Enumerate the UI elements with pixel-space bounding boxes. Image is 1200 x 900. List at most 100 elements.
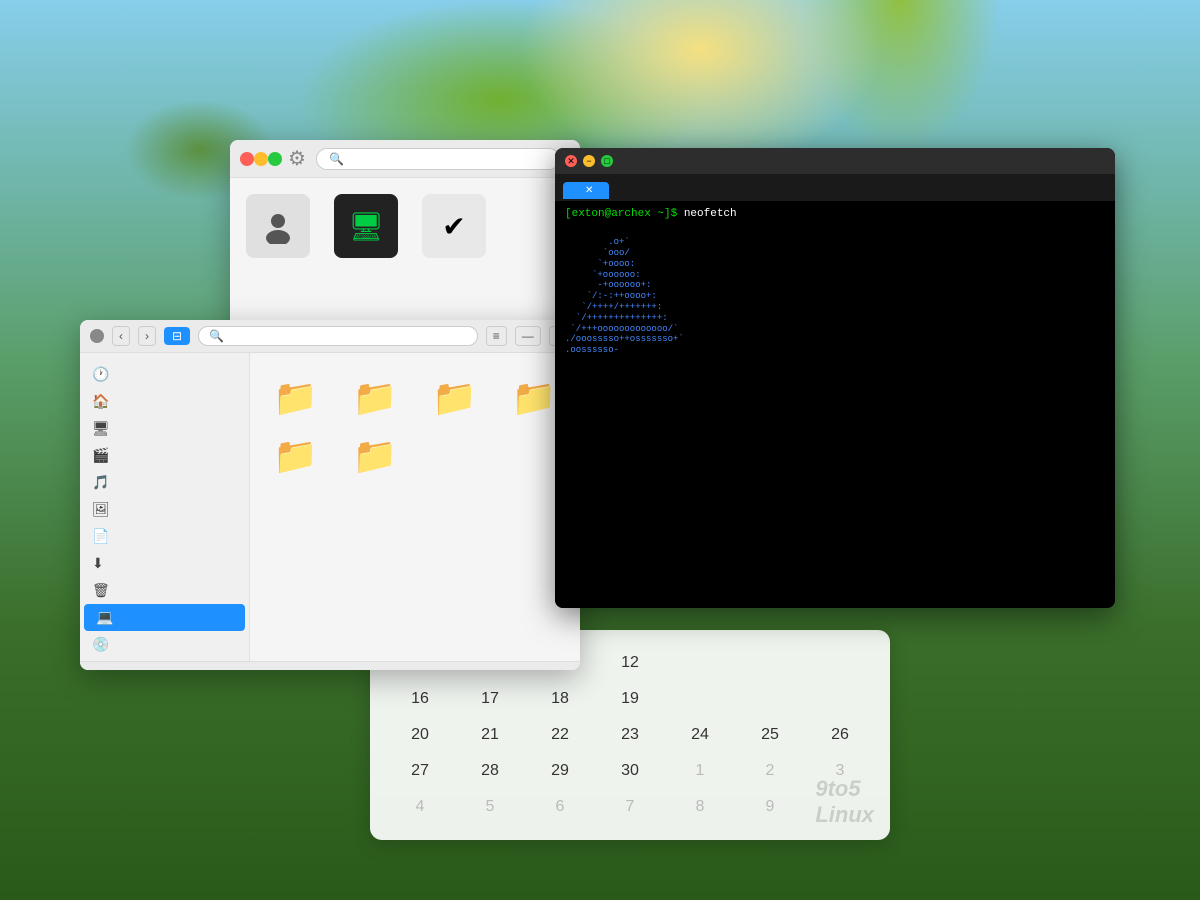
cal-7b: 7 <box>596 790 664 824</box>
downloads-icon: ⬇ <box>92 555 104 572</box>
cal-1: 1 <box>666 754 734 788</box>
folder-downloads[interactable]: 📁 <box>342 435 410 481</box>
folder-pictures-icon: 📁 <box>512 377 557 419</box>
fm-search[interactable]: 🔍 <box>198 326 478 346</box>
cal-25[interactable]: 25 <box>736 718 804 752</box>
cal-spacer1 <box>666 646 734 680</box>
cal-23[interactable]: 23 <box>596 718 664 752</box>
cal-spacer4 <box>666 682 734 716</box>
cal-28[interactable]: 28 <box>456 754 524 788</box>
fm-sidebar: 🕐 🏠 🖥 🎬 🎵 🖼 <box>80 353 250 661</box>
folder-documents[interactable]: 📁 <box>262 435 330 481</box>
terminal-window-btns: ✕ − □ <box>565 155 613 167</box>
terminal-window: ✕ − □ ✕ [exton@archex ~]$ neofetch .o+` … <box>555 148 1115 608</box>
default-apps-icon: ✔ <box>422 194 486 258</box>
cal-spacer2 <box>736 646 804 680</box>
folder-downloads-icon: 📁 <box>353 435 398 477</box>
pictures-icon: 🖼 <box>92 501 110 518</box>
neofetch-container: .o+` `ooo/ `+oooo: `+oooooo: -+oooooo+: … <box>565 226 1105 356</box>
settings-max-btn[interactable] <box>268 152 282 166</box>
cal-27[interactable]: 27 <box>386 754 454 788</box>
vol1-icon: 💿 <box>92 636 109 653</box>
settings-min-btn[interactable] <box>254 152 268 166</box>
fm-folders-grid: 📁 📁 📁 📁 📁 <box>262 377 568 481</box>
settings-display[interactable]: 🖥 <box>334 194 398 266</box>
fm-forward-btn[interactable]: › <box>138 326 156 346</box>
fm-footer <box>80 661 580 670</box>
sidebar-item-pictures[interactable]: 🖼 <box>80 496 249 523</box>
recent-icon: 🕐 <box>92 366 109 383</box>
cal-29[interactable]: 29 <box>526 754 594 788</box>
sidebar-item-trash[interactable]: 🗑 <box>80 577 249 604</box>
terminal-tab-bar: ✕ <box>555 180 1115 201</box>
sidebar-item-vol1[interactable]: 💿 <box>80 631 249 658</box>
settings-search[interactable]: 🔍 <box>316 148 560 170</box>
sidebar-item-desktop[interactable]: 🖥 <box>80 415 249 442</box>
cal-8b: 8 <box>666 790 734 824</box>
display-icon: 🖥 <box>334 194 398 258</box>
cal-spacer5 <box>736 682 804 716</box>
terminal-body[interactable]: [exton@archex ~]$ neofetch .o+` `ooo/ `+… <box>555 201 1115 608</box>
settings-search-icon: 🔍 <box>329 152 344 166</box>
settings-window: ⚙ 🔍 🖥 ✔ <box>230 140 580 340</box>
cal-2: 2 <box>736 754 804 788</box>
sidebar-item-videos[interactable]: 🎬 <box>80 442 249 469</box>
cal-4b: 4 <box>386 790 454 824</box>
terminal-tab-close[interactable]: ✕ <box>585 185 593 196</box>
cal-21[interactable]: 21 <box>456 718 524 752</box>
cal-22[interactable]: 22 <box>526 718 594 752</box>
calendar-grid: 9 10 11 12 16 17 18 19 20 21 22 23 24 25… <box>386 646 874 824</box>
computer-icon: 💻 <box>96 609 113 626</box>
cal-16[interactable]: 16 <box>386 682 454 716</box>
folder-music-icon: 📁 <box>432 377 477 419</box>
cal-26[interactable]: 26 <box>806 718 874 752</box>
fm-close-btn[interactable] <box>90 329 104 343</box>
settings-titlebar: ⚙ 🔍 <box>230 140 580 178</box>
cal-30[interactable]: 30 <box>596 754 664 788</box>
cal-6b: 6 <box>526 790 594 824</box>
cal-9b: 9 <box>736 790 804 824</box>
cal-12[interactable]: 12 <box>596 646 664 680</box>
terminal-close-btn[interactable]: ✕ <box>565 155 577 167</box>
sidebar-item-documents[interactable]: 📄 <box>80 523 249 550</box>
folder-documents-icon: 📁 <box>273 435 318 477</box>
sidebar-item-home[interactable]: 🏠 <box>80 388 249 415</box>
music-icon: 🎵 <box>92 474 109 491</box>
fm-search-icon: 🔍 <box>209 329 224 343</box>
settings-close-btn[interactable] <box>240 152 254 166</box>
sidebar-item-recent[interactable]: 🕐 <box>80 361 249 388</box>
cal-17[interactable]: 17 <box>456 682 524 716</box>
folder-videos[interactable]: 📁 <box>342 377 410 423</box>
neofetch-art: .o+` `ooo/ `+oooo: `+oooooo: -+oooooo+: … <box>565 226 725 356</box>
fm-menu-btn[interactable]: ≡ <box>486 326 507 346</box>
fm-view-btn[interactable]: ⊟ <box>164 327 190 345</box>
home-icon: 🏠 <box>92 393 109 410</box>
cal-20[interactable]: 20 <box>386 718 454 752</box>
terminal-max-btn[interactable]: □ <box>601 155 613 167</box>
fm-split-btn[interactable]: — <box>515 326 541 346</box>
sidebar-item-downloads[interactable]: ⬇ <box>80 550 249 577</box>
cal-18[interactable]: 18 <box>526 682 594 716</box>
sidebar-item-music[interactable]: 🎵 <box>80 469 249 496</box>
cal-spacer3 <box>806 646 874 680</box>
terminal-tab[interactable]: ✕ <box>563 182 609 199</box>
cal-spacer6 <box>806 682 874 716</box>
fm-back-btn[interactable]: ‹ <box>112 326 130 346</box>
calendar-watermark: 9to5Linux <box>815 776 874 828</box>
documents-icon: 📄 <box>92 528 109 545</box>
sidebar-item-computer[interactable]: 💻 <box>84 604 245 631</box>
cal-24[interactable]: 24 <box>666 718 734 752</box>
folder-desktop-icon: 📁 <box>273 377 318 419</box>
cal-5b: 5 <box>456 790 524 824</box>
cal-19[interactable]: 19 <box>596 682 664 716</box>
settings-default-apps[interactable]: ✔ <box>422 194 486 266</box>
fm-titlebar: ‹ › ⊟ 🔍 ≡ — □ <box>80 320 580 353</box>
terminal-titlebar: ✕ − □ <box>555 148 1115 174</box>
folder-music[interactable]: 📁 <box>421 377 489 423</box>
folder-desktop[interactable]: 📁 <box>262 377 330 423</box>
settings-accounts[interactable] <box>246 194 310 266</box>
videos-icon: 🎬 <box>92 447 109 464</box>
accounts-icon <box>246 194 310 258</box>
terminal-min-btn[interactable]: − <box>583 155 595 167</box>
folder-videos-icon: 📁 <box>353 377 398 419</box>
